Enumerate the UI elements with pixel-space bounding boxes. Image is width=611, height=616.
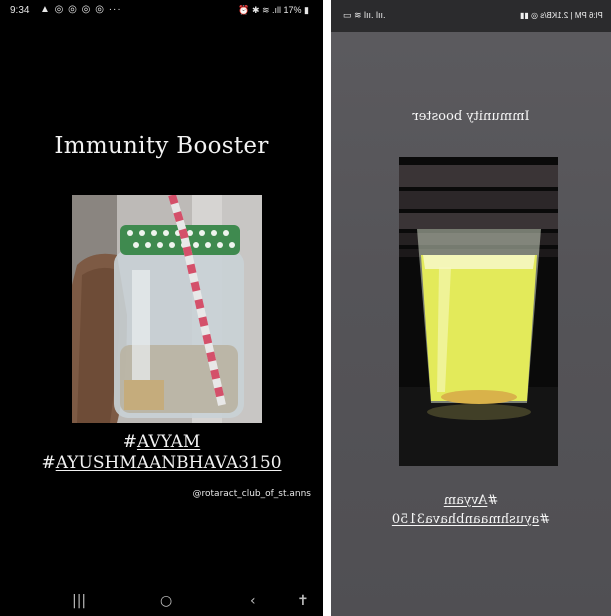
story-photo-jar[interactable]: [72, 195, 262, 423]
status-time: 9:34: [10, 5, 30, 16]
story-hashtags: #AVYAM #AYUSHMAANBHAVA3150: [0, 432, 323, 474]
accessibility-icon[interactable]: ✝: [297, 593, 309, 609]
android-nav-bar: ||| ○ ‹ ✝: [0, 586, 323, 616]
hashtag-ayushmaanbhava[interactable]: #AYUSHMAANBHAVA3150: [0, 453, 323, 474]
left-phone-screen: 9:34 ▲ ◎ ◎ ◎ ◎ ··· ⏰ ✱ ≋ .ıll 17% ▮ Immu…: [0, 0, 323, 616]
hashtag-ayushmaanbhava-text: AYUSHMAANBHAVA3150: [55, 453, 282, 473]
status-bar: 9:34 ▲ ◎ ◎ ◎ ◎ ··· ⏰ ✱ ≋ .ıll 17% ▮: [0, 0, 323, 22]
right-phone-screen: ▭ ≋ lıı. lıı. Pl:6 PM | 2.1KB/s ◎ ▮▮ Imm…: [331, 0, 611, 616]
back-button[interactable]: ‹: [250, 593, 256, 609]
network-icons: ▭ ≋ lıı. lıı.: [343, 10, 386, 20]
account-mention[interactable]: @rotaract_club_of_st.anns: [193, 489, 311, 499]
hashtag-avyam-mirrored[interactable]: #Avyam: [331, 491, 611, 510]
story-title-mirrored: Immunity booster: [412, 109, 530, 124]
story-photo-glass[interactable]: [399, 157, 558, 466]
glass-photo-image: [399, 157, 558, 466]
hashtag-avyam-mirrored-text: Avyam: [443, 493, 488, 508]
hashtag-avyam[interactable]: #AVYAM: [0, 432, 323, 453]
notification-icons: ▲ ◎ ◎ ◎ ◎ ···: [40, 4, 122, 15]
hashtag-avyam-text: AVYAM: [136, 432, 201, 452]
hashtag-ayushmaanbhava-mirrored-text: ayushmaanbhava3150: [391, 512, 540, 527]
system-status-icons: ⏰ ✱ ≋ .ıll 17% ▮: [238, 5, 309, 15]
hashtag-ayushmaanbhava-mirrored[interactable]: #ayushmaanbhava3150: [331, 510, 611, 529]
jar-photo-image: [72, 195, 262, 423]
recent-apps-button[interactable]: |||: [72, 593, 86, 609]
status-bar-mirrored: ▭ ≋ lıı. lıı. Pl:6 PM | 2.1KB/s ◎ ▮▮: [331, 0, 611, 32]
mirrored-status-text: Pl:6 PM | 2.1KB/s ◎ ▮▮: [520, 11, 603, 20]
home-button[interactable]: ○: [160, 593, 172, 609]
story-title: Immunity Booster: [54, 133, 269, 159]
story-hashtags-mirrored: #Avyam #ayushmaanbhava3150: [331, 491, 611, 529]
